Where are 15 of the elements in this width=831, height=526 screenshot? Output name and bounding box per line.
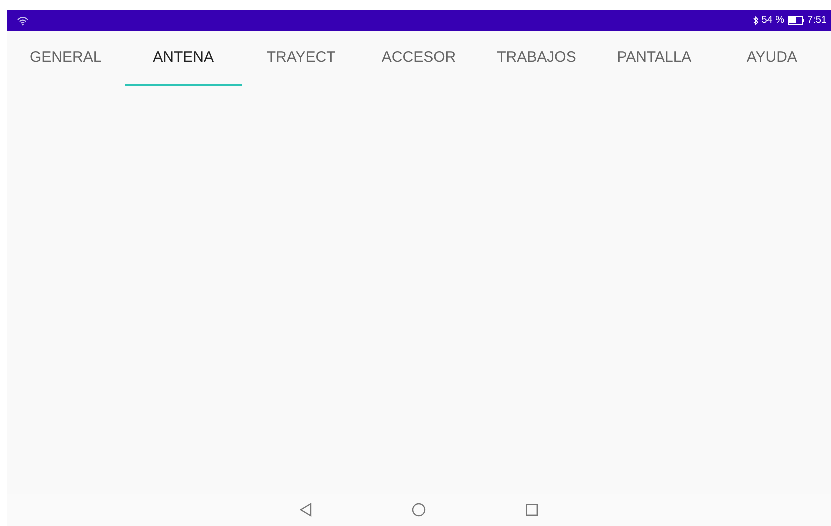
tab[interactable]: PANTALLA (596, 31, 714, 86)
tab[interactable]: ANTENA (124, 31, 242, 86)
tab[interactable]: ACCESOR (360, 31, 478, 86)
battery-percent: 54 % (762, 15, 785, 26)
tab[interactable]: TRAYECT (242, 31, 360, 86)
back-icon[interactable] (300, 503, 312, 517)
home-icon[interactable] (412, 503, 426, 517)
recents-icon[interactable] (526, 504, 538, 516)
tab[interactable]: TRABAJOS (478, 31, 596, 86)
bluetooth-icon (752, 16, 759, 26)
battery-icon (788, 16, 805, 25)
clock-time: 7:51 (808, 15, 827, 26)
tab[interactable]: GENERAL (7, 31, 125, 86)
tab[interactable]: AYUDA (713, 31, 831, 86)
wifi-icon (17, 16, 29, 26)
